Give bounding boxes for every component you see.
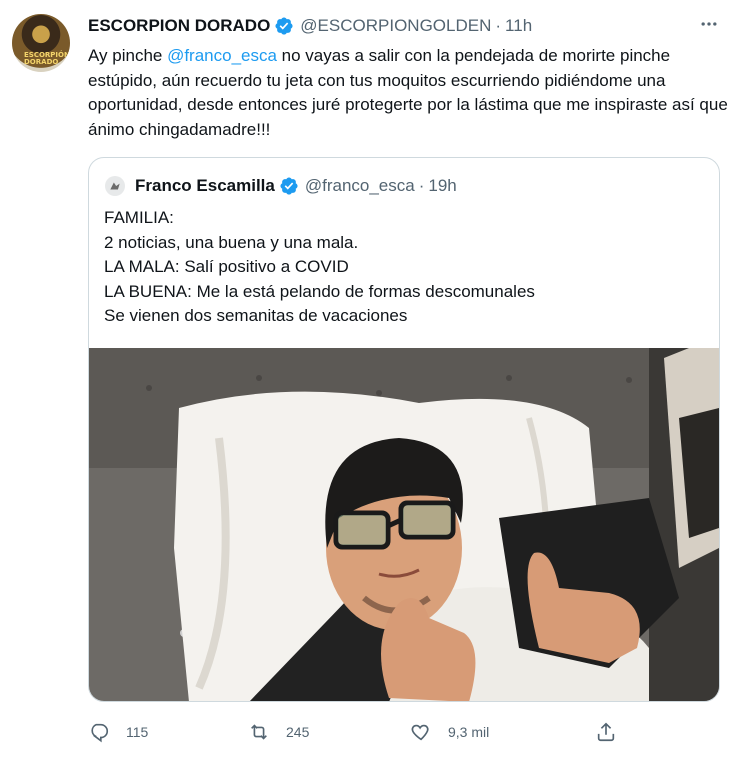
verified-badge-icon xyxy=(275,17,293,35)
reply-icon xyxy=(91,723,109,743)
header-separator: · xyxy=(495,16,502,35)
quoted-photo[interactable] xyxy=(89,348,719,702)
reply-count: 115 xyxy=(126,724,149,740)
share-button[interactable] xyxy=(595,718,633,746)
heart-icon xyxy=(411,724,429,741)
quoted-timestamp[interactable]: 19h xyxy=(428,176,456,196)
quoted-author-name[interactable]: Franco Escamilla xyxy=(135,176,275,196)
retweet-count: 245 xyxy=(286,724,310,740)
quoted-line: FAMILIA: xyxy=(104,208,174,227)
quoted-author-handle[interactable]: @franco_esca xyxy=(305,176,415,196)
share-icon xyxy=(597,722,615,742)
like-count: 9,3 mil xyxy=(448,724,490,740)
quoted-text: FAMILIA: 2 noticias, una buena y una mal… xyxy=(104,206,704,329)
tweet-timestamp[interactable]: 11h xyxy=(505,16,532,36)
reply-button[interactable]: 115 xyxy=(88,718,148,746)
quoted-line: 2 noticias, una buena y una mala. xyxy=(104,232,359,252)
retweet-icon xyxy=(251,724,267,740)
author-name[interactable]: ESCORPION DORADO xyxy=(88,16,270,36)
retweet-button[interactable]: 245 xyxy=(248,718,309,746)
quoted-header-separator: · xyxy=(418,176,425,195)
verified-badge-icon xyxy=(280,177,298,195)
like-button[interactable]: 9,3 mil xyxy=(410,718,489,746)
quoted-line: LA BUENA: Me la está pelando de formas d… xyxy=(104,281,535,301)
more-icon[interactable] xyxy=(696,14,722,38)
avatar-logo-text: ESCORPIÓN DORADO xyxy=(24,51,70,66)
quoted-avatar xyxy=(105,176,125,196)
quoted-line: Se vienen dos semanitas de vacaciones xyxy=(104,306,408,325)
quoted-header: Franco Escamilla @franco_esca · 19h xyxy=(105,176,457,196)
tweet-header: ESCORPION DORADO @ESCORPIONGOLDEN · 11h xyxy=(88,16,532,36)
author-avatar[interactable]: ESCORPIÓN DORADO xyxy=(12,14,70,72)
tweet-actions: 115 245 9,3 mil xyxy=(88,718,648,746)
author-handle[interactable]: @ESCORPIONGOLDEN xyxy=(300,16,491,36)
mention-link[interactable]: @franco_esca xyxy=(167,46,277,65)
quoted-line: LA MALA: Salí positivo a COVID xyxy=(104,257,349,276)
quoted-tweet[interactable]: Franco Escamilla @franco_esca · 19h FAMI… xyxy=(88,157,720,702)
tweet-text: Ay pinche @franco_esca no vayas a salir … xyxy=(88,44,728,142)
tweet-text-prefix: Ay pinche xyxy=(88,46,168,65)
